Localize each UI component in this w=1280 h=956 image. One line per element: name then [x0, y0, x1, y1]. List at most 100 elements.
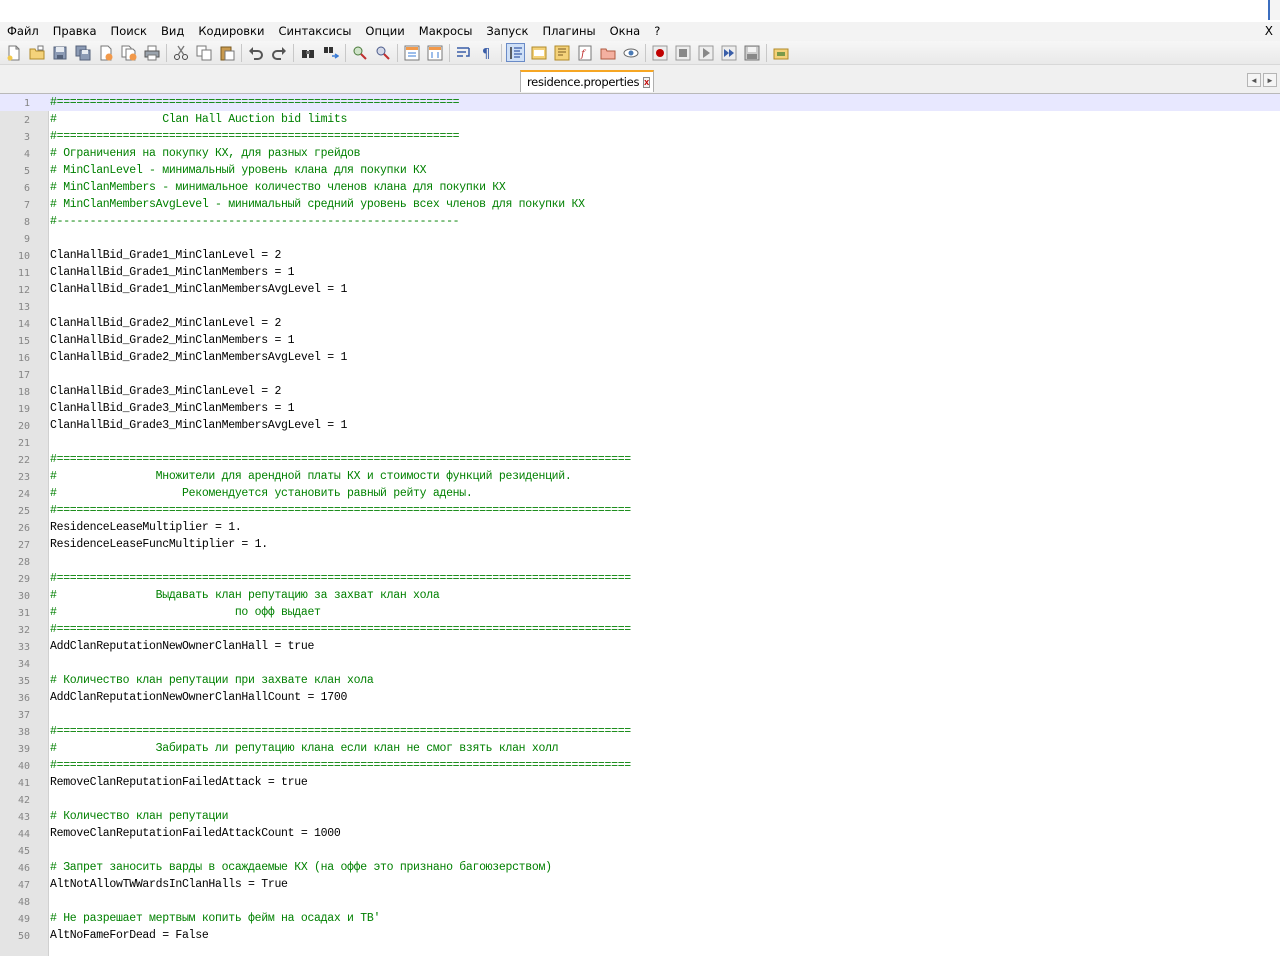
save-macro-icon[interactable]: [742, 43, 761, 62]
editor-line[interactable]: 10 ClanHallBid_Grade1_MinClanLevel = 2: [0, 247, 1280, 264]
editor-line[interactable]: 48: [0, 893, 1280, 910]
editor-line[interactable]: 1 #======================================…: [0, 94, 1280, 111]
editor-line[interactable]: 8 #--------------------------------------…: [0, 213, 1280, 230]
menu-macro[interactable]: Макросы: [412, 22, 480, 41]
editor-line[interactable]: 46 # Запрет заносить варды в осаждаемые К…: [0, 859, 1280, 876]
editor-line[interactable]: 36 AddClanReputationNewOwnerClanHallCount…: [0, 689, 1280, 706]
menu-plugins[interactable]: Плагины: [535, 22, 602, 41]
print-icon[interactable]: [142, 43, 161, 62]
close-file-icon[interactable]: [96, 43, 115, 62]
close-document-button[interactable]: X: [1265, 22, 1273, 41]
editor-line[interactable]: 27 ResidenceLeaseFuncMultiplier = 1.: [0, 536, 1280, 553]
redo-icon[interactable]: [269, 43, 288, 62]
doc-map-icon[interactable]: [552, 43, 571, 62]
menu-language[interactable]: Синтаксисы: [271, 22, 358, 41]
editor-line[interactable]: 50 AltNoFameForDead = False: [0, 927, 1280, 944]
editor-line[interactable]: 29 #=====================================…: [0, 570, 1280, 587]
menu-help[interactable]: ?: [647, 22, 667, 41]
editor-line[interactable]: 15 ClanHallBid_Grade2_MinClanMembers = 1: [0, 332, 1280, 349]
menu-encoding[interactable]: Кодировки: [191, 22, 271, 41]
editor-line[interactable]: 44 RemoveClanReputationFailedAttackCount …: [0, 825, 1280, 842]
user-language-icon[interactable]: [529, 43, 548, 62]
stop-record-icon[interactable]: [673, 43, 692, 62]
editor-line[interactable]: 41 RemoveClanReputationFailedAttack = tru…: [0, 774, 1280, 791]
tab-residence-properties[interactable]: residence.properties x: [520, 70, 654, 92]
menu-file[interactable]: Файл: [0, 22, 46, 41]
editor-line[interactable]: 9: [0, 230, 1280, 247]
editor-line[interactable]: 14 ClanHallBid_Grade2_MinClanLevel = 2: [0, 315, 1280, 332]
zoom-in-icon[interactable]: [350, 43, 369, 62]
folder-workspace-icon[interactable]: [598, 43, 617, 62]
copy-icon[interactable]: [194, 43, 213, 62]
indent-guide-icon[interactable]: [506, 43, 525, 62]
editor-line[interactable]: 45: [0, 842, 1280, 859]
menu-run[interactable]: Запуск: [479, 22, 535, 41]
editor-line[interactable]: 42: [0, 791, 1280, 808]
editor-line[interactable]: 11 ClanHallBid_Grade1_MinClanMembers = 1: [0, 264, 1280, 281]
tab-scroll-right-icon[interactable]: ►: [1263, 73, 1277, 87]
save-all-icon[interactable]: [73, 43, 92, 62]
record-macro-icon[interactable]: [650, 43, 669, 62]
editor-line[interactable]: 34: [0, 655, 1280, 672]
editor-line[interactable]: 35 # Количество клан репутации при захват…: [0, 672, 1280, 689]
editor-line[interactable]: 32 #=====================================…: [0, 621, 1280, 638]
menu-search[interactable]: Поиск: [104, 22, 154, 41]
sync-vertical-icon[interactable]: [402, 43, 421, 62]
text-editor[interactable]: 1 #======================================…: [0, 94, 1280, 956]
monitor-icon[interactable]: [621, 43, 640, 62]
editor-line[interactable]: 21: [0, 434, 1280, 451]
close-all-icon[interactable]: [119, 43, 138, 62]
save-icon[interactable]: [50, 43, 69, 62]
editor-line[interactable]: 23 # Множители для арендной платы КХ и ст…: [0, 468, 1280, 485]
zoom-out-icon[interactable]: [373, 43, 392, 62]
editor-line[interactable]: 43 # Количество клан репутации: [0, 808, 1280, 825]
tab-close-icon[interactable]: x: [643, 76, 651, 88]
editor-line[interactable]: 33 AddClanReputationNewOwnerClanHall = tr…: [0, 638, 1280, 655]
open-file-icon[interactable]: [27, 43, 46, 62]
editor-line[interactable]: 4 # Ограничения на покупку КХ, для разных…: [0, 145, 1280, 162]
function-list-icon[interactable]: f: [575, 43, 594, 62]
editor-line[interactable]: 22 #=====================================…: [0, 451, 1280, 468]
editor-line[interactable]: 26 ResidenceLeaseMultiplier = 1.: [0, 519, 1280, 536]
editor-line[interactable]: 19 ClanHallBid_Grade3_MinClanMembers = 1: [0, 400, 1280, 417]
find-icon[interactable]: [298, 43, 317, 62]
plugin-icon[interactable]: [771, 43, 790, 62]
editor-line[interactable]: 5 # MinClanLevel - минимальный уровень кл…: [0, 162, 1280, 179]
editor-line[interactable]: 25 #=====================================…: [0, 502, 1280, 519]
editor-line[interactable]: 13: [0, 298, 1280, 315]
editor-line[interactable]: 16 ClanHallBid_Grade2_MinClanMembersAvgLe…: [0, 349, 1280, 366]
editor-line[interactable]: 37: [0, 706, 1280, 723]
editor-line[interactable]: 24 # Рекомендуется установить равный рейт…: [0, 485, 1280, 502]
show-all-chars-icon[interactable]: ¶: [477, 43, 496, 62]
editor-line[interactable]: 18 ClanHallBid_Grade3_MinClanLevel = 2: [0, 383, 1280, 400]
menu-settings[interactable]: Опции: [358, 22, 411, 41]
new-file-icon[interactable]: [4, 43, 23, 62]
editor-line[interactable]: 3 #======================================…: [0, 128, 1280, 145]
run-macro-multiple-icon[interactable]: [719, 43, 738, 62]
menu-edit[interactable]: Правка: [46, 22, 104, 41]
replace-icon[interactable]: [321, 43, 340, 62]
play-macro-icon[interactable]: [696, 43, 715, 62]
editor-line[interactable]: 31 # по офф выдает: [0, 604, 1280, 621]
menu-window[interactable]: Окна: [603, 22, 648, 41]
paste-icon[interactable]: [217, 43, 236, 62]
sync-horizontal-icon[interactable]: [425, 43, 444, 62]
menu-view[interactable]: Вид: [154, 22, 191, 41]
tab-scroll-left-icon[interactable]: ◄: [1247, 73, 1261, 87]
editor-line[interactable]: 49 # Не разрешает мертвым копить фейм на …: [0, 910, 1280, 927]
wrap-icon[interactable]: [454, 43, 473, 62]
editor-line[interactable]: 17: [0, 366, 1280, 383]
editor-line[interactable]: 30 # Выдавать клан репутацию за захват кл…: [0, 587, 1280, 604]
editor-line[interactable]: 39 # Забирать ли репутацию клана если кла…: [0, 740, 1280, 757]
editor-line[interactable]: 7 # MinClanMembersAvgLevel - минимальный …: [0, 196, 1280, 213]
editor-line[interactable]: 2 # Clan Hall Auction bid limits: [0, 111, 1280, 128]
undo-icon[interactable]: [246, 43, 265, 62]
editor-line[interactable]: 40 #=====================================…: [0, 757, 1280, 774]
cut-icon[interactable]: [171, 43, 190, 62]
editor-line[interactable]: 20 ClanHallBid_Grade3_MinClanMembersAvgLe…: [0, 417, 1280, 434]
editor-line[interactable]: 47 AltNotAllowTWWardsInClanHalls = True: [0, 876, 1280, 893]
editor-line[interactable]: 6 # MinClanMembers - минимальное количест…: [0, 179, 1280, 196]
editor-line[interactable]: 12 ClanHallBid_Grade1_MinClanMembersAvgLe…: [0, 281, 1280, 298]
editor-line[interactable]: 28: [0, 553, 1280, 570]
editor-line[interactable]: 38 #=====================================…: [0, 723, 1280, 740]
